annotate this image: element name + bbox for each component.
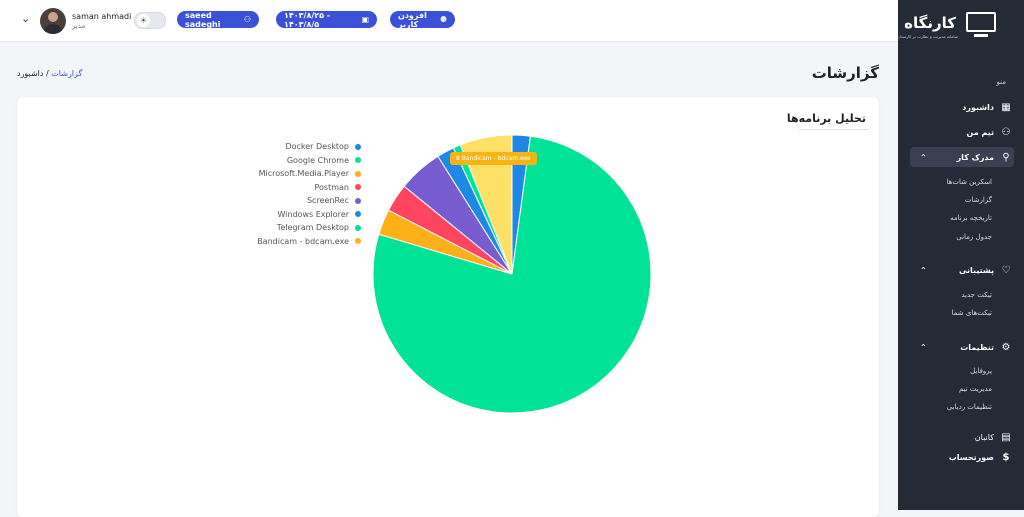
sidebar-subitem-schedule[interactable]: جدول زمانی (956, 233, 992, 241)
legend-label: Windows Explorer (277, 209, 349, 219)
sidebar-item-dashboard[interactable]: داشبورد ▦ (910, 97, 1014, 117)
user-menu[interactable]: saman ahmadi مدیر (40, 8, 131, 34)
user-select-label: saeed sadeghi (185, 10, 221, 29)
add-user-label: افزودن کاربر (398, 10, 427, 29)
date-range-label: ۱۴۰۳/۸/۲۵ - ۱۴۰۳/۸/۵ (284, 10, 331, 29)
user-name: saman ahmadi (72, 12, 132, 22)
breadcrumb-separator: / (46, 69, 49, 78)
logo-title: کارنگاه (904, 14, 956, 32)
pie-chart[interactable] (371, 133, 653, 415)
legend-dot (355, 224, 361, 231)
sidebar-item-settings[interactable]: ⌃ تنظیمات ⚙ (910, 337, 1014, 357)
breadcrumb-home[interactable]: داشبورد (17, 69, 43, 78)
user-plus-icon: ⚉ (439, 15, 447, 24)
legend-item[interactable]: Bandicam - bdcam.exe (231, 235, 361, 249)
users-icon: ⚇ (243, 15, 251, 24)
legend-label: Telegram Desktop (276, 223, 349, 233)
legend-label: Bandicam - bdcam.exe (257, 236, 349, 246)
sidebar-item-label: مدرک کار (956, 152, 994, 162)
sidebar-item-label: داشبورد (962, 102, 994, 112)
sidebar-item-label: تیم من (966, 127, 994, 137)
legend-label: Google Chrome (286, 155, 349, 165)
top-bar: ⌄ saman ahmadi مدیر ☀ saeed sadeghi ⚇ ۱۴… (0, 0, 898, 42)
sidebar-subitem-profile[interactable]: پروفایل (970, 367, 992, 375)
chevron-up-icon: ⌃ (920, 265, 927, 275)
dollar-icon: $ (1002, 451, 1010, 463)
sidebar-item-label: صورتحساب (948, 452, 994, 462)
calendar-icon: ▣ (361, 15, 369, 24)
legend-item[interactable]: Microsoft.Media.Player (231, 167, 361, 181)
legend-label: ScreenRec (306, 196, 349, 206)
date-range-button[interactable]: ۱۴۰۳/۸/۲۵ - ۱۴۰۳/۸/۵ ▣ (276, 10, 377, 29)
sidebar-item-label: تنظیمات (960, 342, 994, 352)
sidebar-subitem-reports[interactable]: گزارشات (965, 196, 992, 204)
grid-icon: ▦ (1001, 101, 1011, 113)
avatar[interactable] (40, 8, 66, 34)
divider (799, 129, 869, 130)
page-title: گزارشات (811, 64, 879, 82)
chart-legend: Docker Desktop Google Chrome Microsoft.Med… (231, 140, 361, 248)
user-select-button[interactable]: saeed sadeghi ⚇ (177, 10, 259, 29)
sidebar-item-my-team[interactable]: تیم من ⚇ (910, 122, 1014, 142)
monitor-icon (966, 12, 996, 37)
sidebar-item-label: پشتیبانی (958, 265, 994, 275)
menu-label: منو (996, 78, 1006, 86)
legend-item[interactable]: Postman (231, 181, 361, 195)
sidebar-item-label: کانبان (974, 432, 994, 442)
breadcrumb: گزارشات / داشبورد (17, 69, 82, 78)
sidebar-subitem-your-tickets[interactable]: تیکت‌های شما (952, 309, 992, 317)
sidebar-subitem-tracking-settings[interactable]: تنظیمات ردیابی (947, 403, 992, 411)
legend-item[interactable]: Google Chrome (231, 154, 361, 168)
heart-icon: ♡ (1001, 264, 1011, 276)
sidebar-subitem-app-history[interactable]: تاریخچه برنامه (950, 214, 992, 222)
sidebar: کارنگاه سامانه مدیریت و نظارت بر کارمندا… (897, 0, 1024, 510)
legend-dot (355, 157, 361, 164)
sidebar-subitem-screenshots[interactable]: اسکرین شات‌ها (947, 178, 992, 186)
sidebar-item-support[interactable]: ⌃ پشتیبانی ♡ (910, 260, 1014, 280)
search-icon: ⚲ (1002, 151, 1010, 163)
sidebar-subitem-team-management[interactable]: مدیریت تیم (959, 385, 992, 393)
sidebar-item-billing[interactable]: صورتحساب $ (910, 447, 1014, 467)
legend-dot (355, 143, 361, 150)
legend-dot (355, 197, 361, 204)
add-user-button[interactable]: افزودن کاربر ⚉ (390, 10, 455, 29)
chevron-down-icon[interactable]: ⌄ (21, 12, 30, 25)
legend-dot (355, 211, 361, 218)
legend-item[interactable]: Windows Explorer (231, 208, 361, 222)
chart-card: تحلیل برنامه‌ها Docker Desktop Google Chr… (17, 97, 879, 517)
calendar-icon: ▤ (1001, 431, 1011, 443)
legend-item[interactable]: Docker Desktop (231, 140, 361, 154)
legend-item[interactable]: Telegram Desktop (231, 221, 361, 235)
legend-dot (355, 170, 361, 177)
sidebar-item-work-evidence[interactable]: ⌃ مدرک کار ⚲ (910, 147, 1014, 167)
user-role: مدیر (72, 21, 86, 30)
logo[interactable]: کارنگاه سامانه مدیریت و نظارت بر کارمندا… (897, 10, 1008, 40)
logo-subtitle: سامانه مدیریت و نظارت بر کارمندان (896, 34, 958, 39)
chart-tooltip: 8 Bandicam - bdcam.exe (450, 152, 537, 165)
sun-icon: ☀ (137, 14, 150, 27)
users-icon: ⚇ (1001, 126, 1011, 138)
sidebar-item-kanban[interactable]: کانبان ▤ (910, 427, 1014, 447)
legend-label: Microsoft.Media.Player (258, 169, 349, 179)
theme-toggle[interactable]: ☀ (134, 12, 166, 29)
legend-dot (355, 238, 361, 245)
legend-dot (355, 184, 361, 191)
chevron-up-icon: ⌃ (920, 342, 927, 352)
legend-label: Docker Desktop (285, 142, 349, 152)
sidebar-subitem-new-ticket[interactable]: تیکت جدید (961, 291, 992, 299)
legend-item[interactable]: ScreenRec (231, 194, 361, 208)
legend-label: Postman (314, 182, 349, 192)
chevron-up-icon: ⌃ (920, 152, 927, 162)
gear-icon: ⚙ (1001, 341, 1011, 353)
card-title: تحلیل برنامه‌ها (786, 112, 866, 125)
breadcrumb-current[interactable]: گزارشات (51, 69, 82, 78)
